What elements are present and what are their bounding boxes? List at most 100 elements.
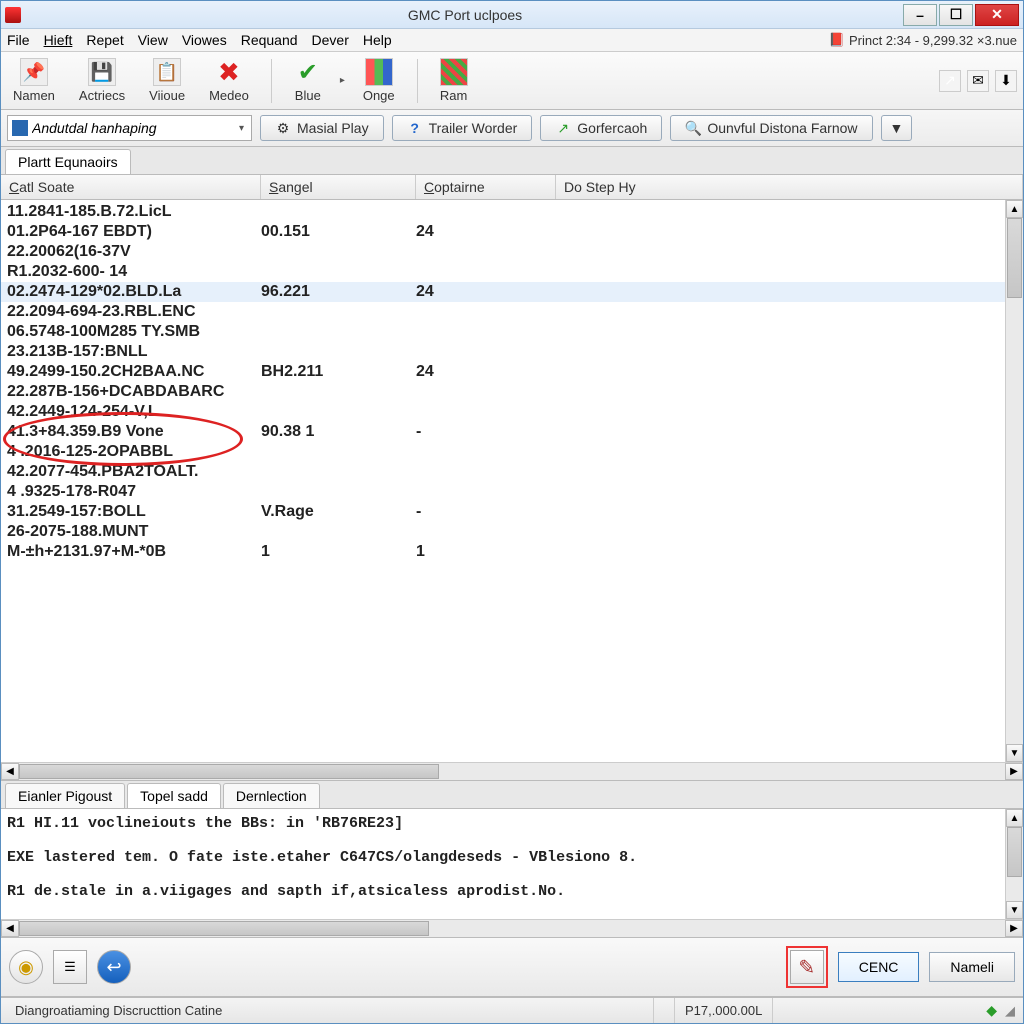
minimize-button[interactable]: – [903, 4, 937, 26]
menu-help[interactable]: Help [363, 32, 392, 48]
scroll-down-button[interactable]: ▼ [1006, 744, 1023, 762]
scroll-right-button[interactable]: ▶ [1005, 920, 1023, 937]
btn-masial-play[interactable]: ⚙Masial Play [260, 115, 384, 141]
dropdown-arrow-icon[interactable]: ▸ [340, 75, 345, 86]
table-row[interactable]: R1.2032-600- 14 [1, 262, 1005, 282]
close-button[interactable]: ✕ [975, 4, 1019, 26]
tool-namen[interactable]: 📌Namen [7, 56, 61, 105]
menu-dever[interactable]: Dever [312, 32, 349, 48]
cell-c2 [261, 482, 416, 502]
scroll-thumb[interactable] [1007, 827, 1022, 877]
tab-topel[interactable]: Topel sadd [127, 783, 221, 808]
table-row[interactable]: 22.20062(16-37V [1, 242, 1005, 262]
table-body[interactable]: 11.2841-185.B.72.LicL01.2P64-167 EBDT)00… [1, 200, 1005, 762]
tool-onge[interactable]: Onge [357, 56, 401, 105]
btn-nameli[interactable]: Nameli [929, 952, 1015, 982]
log-text[interactable]: R1 HI.11 voclineiouts the BBs: in 'RB76R… [1, 809, 1005, 919]
btn-circle-yellow[interactable]: ◉ [9, 950, 43, 984]
menu-requand[interactable]: Requand [241, 32, 298, 48]
status-bar: Diangroatiaming Discructtion Catine P17,… [1, 997, 1023, 1023]
scroll-left-button[interactable]: ◀ [1, 920, 19, 937]
btn-lines[interactable]: ☰ [53, 950, 87, 984]
print-icon: 📕 [829, 32, 845, 48]
menu-file[interactable]: File [7, 32, 30, 48]
cell-c2 [261, 342, 416, 362]
vertical-scrollbar[interactable]: ▲ ▼ [1005, 200, 1023, 762]
table-row[interactable]: 01.2P64-167 EBDT)00.15124 [1, 222, 1005, 242]
filter-combo[interactable]: ▾ [7, 115, 252, 141]
table-row[interactable]: 06.5748-100M285 TY.SMB [1, 322, 1005, 342]
cell-c1: 42.2449-124-254-V,L [1, 402, 261, 422]
cell-c1: 26-2075-188.MUNT [1, 522, 261, 542]
hscroll-track[interactable] [19, 920, 1005, 937]
col-coptairne[interactable]: Coptairne [416, 175, 556, 199]
tab-eianler[interactable]: Eianler Pigoust [5, 783, 125, 808]
cell-c1: 42.2077-454.PBA2TOALT. [1, 462, 261, 482]
tool-actriecs[interactable]: 💾Actriecs [73, 56, 131, 105]
btn-circle-blue[interactable]: ↩ [97, 950, 131, 984]
table-row[interactable]: 22.2094-694-23.RBL.ENC [1, 302, 1005, 322]
filter-input[interactable] [32, 120, 236, 136]
bottom-tab-row: Eianler Pigoust Topel sadd Dernlection [1, 780, 1023, 809]
scroll-up-button[interactable]: ▲ [1006, 809, 1023, 827]
table-row[interactable]: 42.2449-124-254-V,L [1, 402, 1005, 422]
tool-blue[interactable]: ✔Blue [288, 56, 328, 105]
chevron-down-icon[interactable]: ▾ [236, 123, 247, 134]
cell-c1: 11.2841-185.B.72.LicL [1, 202, 261, 222]
table-row[interactable]: 26-2075-188.MUNT [1, 522, 1005, 542]
hscroll-thumb[interactable] [19, 764, 439, 779]
log-vertical-scrollbar[interactable]: ▲ ▼ [1005, 809, 1023, 919]
btn-trailer-worder[interactable]: ?Trailer Worder [392, 115, 533, 141]
cell-c2 [261, 262, 416, 282]
tool-viioue[interactable]: 📋Viioue [143, 56, 191, 105]
scroll-left-button[interactable]: ◀ [1, 763, 19, 780]
scroll-track[interactable] [1006, 827, 1023, 901]
table-row[interactable]: 42.2077-454.PBA2TOALT. [1, 462, 1005, 482]
table-row[interactable]: 22.287B-156+DCABDABARC [1, 382, 1005, 402]
cell-c1: 31.2549-157:BOLL [1, 502, 261, 522]
maximize-button[interactable]: ☐ [939, 4, 973, 26]
table-row[interactable]: 4 .9325-178-R047 [1, 482, 1005, 502]
scroll-track[interactable] [1006, 218, 1023, 744]
small-icon-mail[interactable]: ✉ [967, 70, 989, 92]
cell-c4 [556, 542, 1005, 562]
table-row[interactable]: 31.2549-157:BOLLV.Rage- [1, 502, 1005, 522]
tool-medeo[interactable]: ✖Medeo [203, 56, 255, 105]
menu-viowes[interactable]: Viowes [182, 32, 227, 48]
small-icon-down[interactable]: ⬇ [995, 70, 1017, 92]
menu-repet[interactable]: Repet [86, 32, 123, 48]
table-row[interactable]: 11.2841-185.B.72.LicL [1, 202, 1005, 222]
scroll-up-button[interactable]: ▲ [1006, 200, 1023, 218]
col-do-step[interactable]: Do Step Hy [556, 175, 1023, 199]
hscroll-track[interactable] [19, 763, 1005, 780]
table-row[interactable]: 02.2474-129*02.BLD.La96.22124 [1, 282, 1005, 302]
hscroll-thumb[interactable] [19, 921, 429, 936]
table-row[interactable]: M-±h+2131.97+M-*0B11 [1, 542, 1005, 562]
btn-ounvful[interactable]: 🔍Ounvful Distona Farnow [670, 115, 872, 141]
cell-c4 [556, 442, 1005, 462]
tab-dernlection[interactable]: Dernlection [223, 783, 320, 808]
tab-plartt[interactable]: Plartt Equnaoirs [5, 149, 131, 174]
btn-gorfercaoh[interactable]: ↗Gorfercaoh [540, 115, 662, 141]
horizontal-scrollbar[interactable]: ◀ ▶ [1, 762, 1023, 780]
col-catl-soate[interactable]: Catl Soate [1, 175, 261, 199]
scroll-thumb[interactable] [1007, 218, 1022, 298]
btn-overflow[interactable]: ▼ [881, 115, 913, 141]
btn-pen[interactable]: ✎ [790, 950, 824, 984]
tool-ram[interactable]: Ram [434, 56, 474, 105]
cell-c1: 02.2474-129*02.BLD.La [1, 282, 261, 302]
table-row[interactable]: 23.213B-157:BNLL [1, 342, 1005, 362]
scroll-right-button[interactable]: ▶ [1005, 763, 1023, 780]
menu-hieft[interactable]: Hieft [44, 32, 73, 48]
small-icon-arrow[interactable]: ↗ [939, 70, 961, 92]
btn-cenc[interactable]: CENC [838, 952, 920, 982]
table-header: Catl Soate Sangel Coptairne Do Step Hy [1, 175, 1023, 200]
table-row[interactable]: 49.2499-150.2CH2BAA.NCBH2.21124 [1, 362, 1005, 382]
col-sangel[interactable]: Sangel [261, 175, 416, 199]
menu-view[interactable]: View [138, 32, 168, 48]
table-row[interactable]: 4 .2016-125-2OPABBL [1, 442, 1005, 462]
log-horizontal-scrollbar[interactable]: ◀ ▶ [1, 919, 1023, 937]
resize-grip-icon[interactable]: ◢ [1005, 1003, 1019, 1019]
table-row[interactable]: 41.3+84.359.B9 Vone90.38 1- [1, 422, 1005, 442]
scroll-down-button[interactable]: ▼ [1006, 901, 1023, 919]
